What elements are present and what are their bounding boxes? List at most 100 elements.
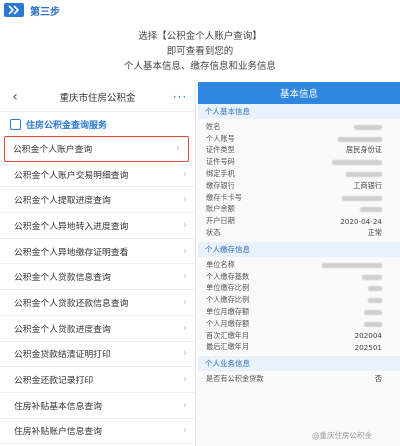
redacted-value bbox=[360, 207, 382, 213]
info-row: 账户余额 bbox=[198, 204, 400, 216]
info-key: 证件号码 bbox=[206, 157, 235, 167]
info-key: 证件类型 bbox=[206, 145, 235, 155]
menu-item-label: 公积金个人异地缴存证明查看 bbox=[14, 247, 129, 258]
info-row: 单位月缴存额 bbox=[198, 306, 400, 318]
nav-bar: ‹ 重庆市住房公积金 ··· bbox=[0, 82, 195, 112]
info-key: 首次汇缴年月 bbox=[206, 330, 250, 340]
info-key: 缴存银行 bbox=[206, 180, 235, 190]
intro-line-2: 即可查看到您的 bbox=[166, 46, 234, 57]
info-row: 是否有公积金贷款 否 bbox=[198, 373, 400, 385]
intro-line-3: 个人基本信息、缴存信息和业务信息 bbox=[123, 61, 276, 72]
info-rows: 姓名 个人账号 证件类型 居民身份证 证件号码 绑定手机 缴存银行 工商银行 缴存卡卡号 账户余额… bbox=[198, 119, 400, 242]
info-value bbox=[276, 284, 382, 293]
chevron-double-right-icon bbox=[4, 3, 24, 17]
info-value bbox=[276, 134, 382, 143]
menu-item[interactable]: 公积金个人异地转入进度查询 › bbox=[0, 213, 195, 239]
info-rows: 单位名称个人缴存基数 单位缴存比例 个人缴存比例 单位月缴存额 个人月缴存额 首次汇缴年月… bbox=[198, 257, 400, 356]
info-row: 个人缴存比例 bbox=[198, 294, 400, 306]
watermark: @重庆住房公积金 bbox=[312, 431, 372, 440]
info-key: 个人缴存基数 bbox=[206, 271, 250, 281]
info-header: 基本信息 bbox=[198, 82, 400, 104]
back-icon[interactable]: ‹ bbox=[0, 89, 30, 105]
chevron-right-icon: › bbox=[183, 219, 187, 231]
menu-item[interactable]: 住房补贴账户信息查询 › bbox=[0, 419, 195, 445]
info-key: 单位月缴存额 bbox=[206, 307, 250, 317]
section-header: 住房公积金查询服务 bbox=[0, 112, 195, 136]
menu-item[interactable]: 公积金贷款结清证明打印 › bbox=[0, 342, 195, 368]
account-info-panel: 基本信息 个人基本信息 姓名 个人账号 证件类型 居民身份证 证件号码 绑定手机 缴存银行 工商… bbox=[198, 82, 400, 446]
redacted-value bbox=[364, 321, 382, 327]
info-row: 首次汇缴年月 202004 bbox=[198, 330, 400, 342]
info-row: 状态 正常 bbox=[198, 227, 400, 239]
menu-item[interactable]: 公积金个人提取进度查询 › bbox=[0, 187, 195, 214]
redacted-value bbox=[362, 274, 382, 280]
redacted-value bbox=[338, 136, 382, 142]
info-key: 最后汇缴年月 bbox=[206, 342, 250, 352]
info-row: 证件号码 bbox=[198, 156, 400, 168]
menu-item[interactable]: 公积金个人贷款还款信息查询 › bbox=[0, 290, 195, 316]
menu-item-label: 公积金个人账户交易明细查询 bbox=[14, 170, 129, 181]
menu-item-label: 公积金个人账户查询 bbox=[13, 145, 93, 156]
chevron-right-icon: › bbox=[183, 296, 187, 308]
info-key: 个人缴存比例 bbox=[206, 295, 250, 305]
info-row: 绑定手机 bbox=[198, 168, 400, 180]
intro-line-1: 选择【公积金个人账户查询】 bbox=[138, 31, 262, 42]
info-value bbox=[276, 308, 382, 317]
info-key: 账户余额 bbox=[206, 204, 235, 214]
menu-item[interactable]: 公积金个人账户交易明细查询 › bbox=[0, 162, 195, 188]
info-row: 开户日期 2020-04-24 bbox=[198, 215, 400, 227]
redacted-value bbox=[346, 172, 382, 178]
info-key: 单位名称 bbox=[206, 259, 235, 269]
info-row: 个人月缴存额 bbox=[198, 318, 400, 330]
service-menu-panel: ‹ 重庆市住房公积金 ··· 住房公积金查询服务 公积金个人账户查询 › 公积金个人… bbox=[0, 82, 196, 446]
nav-title: 重庆市住房公积金 bbox=[59, 92, 136, 104]
info-row: 个人缴存基数 bbox=[198, 271, 400, 283]
info-value bbox=[276, 319, 382, 328]
info-key: 是否有公积金贷款 bbox=[206, 374, 264, 384]
info-key: 单位缴存比例 bbox=[206, 283, 250, 293]
redacted-value bbox=[332, 160, 382, 166]
menu-item-label: 住房补贴基本信息查询 bbox=[14, 401, 102, 412]
chevron-right-icon: › bbox=[183, 322, 187, 334]
chevron-right-icon: › bbox=[176, 143, 180, 155]
info-row: 证件类型 居民身份证 bbox=[198, 145, 400, 157]
step-badge: 第三步 bbox=[4, 2, 60, 18]
info-value: 工商银行 bbox=[353, 180, 382, 190]
menu-item[interactable]: 公积金个人贷款进度查询 › bbox=[0, 316, 195, 342]
menu-item-label: 公积金个人贷款信息查询 bbox=[14, 273, 111, 284]
section-title: 住房公积金查询服务 bbox=[26, 120, 108, 131]
info-value bbox=[276, 170, 382, 179]
menu-item-label: 公积金还款记录打印 bbox=[14, 376, 94, 387]
redacted-value bbox=[354, 124, 382, 130]
redacted-value bbox=[368, 286, 382, 292]
info-value: 2020-04-24 bbox=[340, 216, 382, 226]
menu-item[interactable]: 公积金个人贷款信息查询 › bbox=[0, 264, 195, 291]
more-icon[interactable]: ··· bbox=[165, 90, 195, 104]
menu-item-label: 公积金贷款结清证明打印 bbox=[14, 350, 111, 361]
info-key: 开户日期 bbox=[206, 216, 235, 226]
info-key: 状态 bbox=[206, 228, 221, 238]
chevron-right-icon: › bbox=[183, 399, 187, 411]
info-value bbox=[276, 122, 382, 131]
info-row: 缴存银行 工商银行 bbox=[198, 180, 400, 192]
menu-item[interactable]: 住房补贴基本信息查询 › bbox=[0, 393, 195, 419]
info-value bbox=[276, 260, 382, 269]
info-key: 绑定手机 bbox=[206, 169, 235, 179]
chevron-right-icon: › bbox=[183, 168, 187, 180]
menu-item-label: 公积金个人异地转入进度查询 bbox=[14, 221, 129, 232]
info-row: 最后汇缴年月 202501 bbox=[198, 342, 400, 354]
info-row: 姓名 bbox=[198, 121, 400, 133]
info-value: 正常 bbox=[367, 228, 382, 238]
info-row: 单位缴存比例 bbox=[198, 283, 400, 295]
redacted-value bbox=[322, 262, 382, 268]
info-rows: 是否有公积金贷款 否 bbox=[198, 371, 400, 388]
redacted-value bbox=[368, 298, 382, 304]
info-key: 姓名 bbox=[206, 121, 221, 131]
step-label: 第三步 bbox=[30, 6, 60, 18]
redacted-value bbox=[364, 310, 382, 316]
menu-item[interactable]: 公积金还款记录打印 › bbox=[0, 367, 195, 393]
info-row: 单位名称 bbox=[198, 259, 400, 271]
menu-item[interactable]: 公积金个人账户查询 › bbox=[4, 136, 189, 162]
info-value: 202501 bbox=[354, 342, 382, 352]
menu-item[interactable]: 公积金个人异地缴存证明查看 › bbox=[0, 239, 195, 265]
